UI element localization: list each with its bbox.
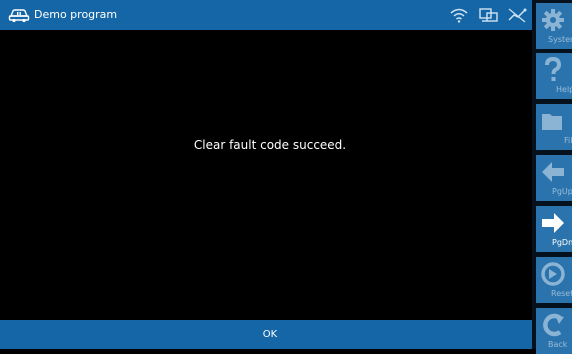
sidebar-button-reset[interactable]: Reset xyxy=(536,257,572,303)
sidebar-label-help: Help xyxy=(556,85,572,94)
arrow-left-icon xyxy=(542,162,564,182)
bottom-bar: OK xyxy=(0,320,532,349)
sidebar-label-pgdn: PgDn xyxy=(552,238,572,247)
link-status-icon xyxy=(508,8,527,23)
gear-icon xyxy=(542,9,564,31)
sidebar-button-pgup[interactable]: PgUp xyxy=(536,155,572,201)
reset-icon xyxy=(541,262,565,286)
sidebar-button-file[interactable]: File xyxy=(536,104,572,150)
result-message: Clear fault code succeed. xyxy=(193,138,347,152)
sidebar-button-back[interactable]: Back xyxy=(536,308,572,354)
arrow-right-icon xyxy=(542,213,564,233)
window-title: Demo program xyxy=(34,8,118,21)
sidebar-button-system[interactable]: System xyxy=(536,3,572,49)
wifi-icon xyxy=(450,8,468,23)
right-toolbar: System Help File PgUp PgDn Reset xyxy=(536,0,572,354)
folder-icon xyxy=(542,114,562,130)
sidebar-label-reset: Reset xyxy=(551,289,572,298)
sidebar-button-pgdn[interactable]: PgDn xyxy=(536,206,572,252)
sidebar-label-pgup: PgUp xyxy=(552,187,572,196)
sidebar-button-help[interactable]: Help xyxy=(536,53,572,99)
ok-button[interactable]: OK xyxy=(230,320,310,349)
back-icon xyxy=(543,313,564,337)
vci-connection-icon xyxy=(479,8,498,22)
car-diagnostic-icon xyxy=(8,9,30,23)
question-icon xyxy=(545,57,562,81)
sidebar-label-file: File xyxy=(564,136,572,145)
title-bar: Demo program xyxy=(0,0,532,30)
sidebar-label-system: System xyxy=(548,35,572,44)
content-area xyxy=(0,30,532,320)
